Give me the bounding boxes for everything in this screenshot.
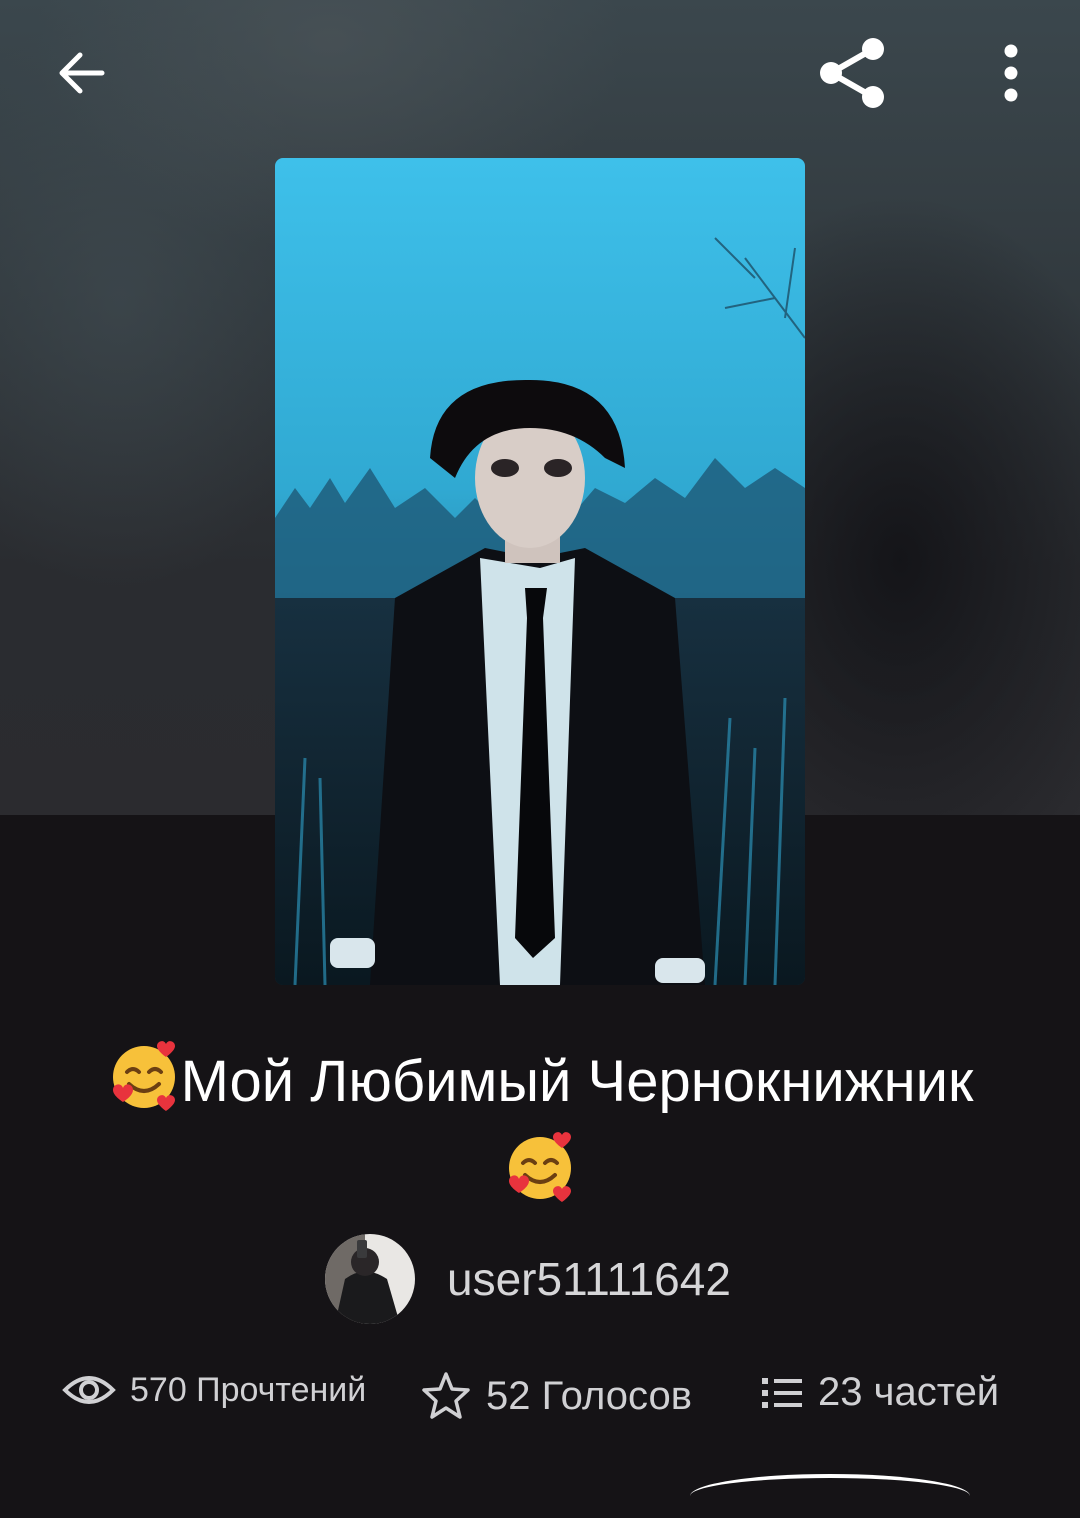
votes-stat: 52 Голосов (420, 1370, 692, 1422)
votes-count: 52 Голосов (486, 1373, 692, 1418)
bottom-sheet-edge (690, 1474, 970, 1518)
story-title-text: Мой Любимый Чернокнижник (180, 1048, 974, 1114)
parts-count[interactable]: 23 частей (818, 1370, 999, 1415)
back-button[interactable] (40, 35, 124, 115)
story-cover-image[interactable] (275, 158, 805, 985)
more-vertical-icon (1001, 43, 1021, 108)
story-title: Мой Любимый Чернокнижник (40, 1040, 1040, 1222)
smiling-face-with-hearts-icon (107, 1040, 181, 1131)
arrow-left-icon (54, 45, 110, 106)
reads-stat: 570 Прочтений (62, 1370, 366, 1410)
more-options-button[interactable] (980, 35, 1042, 115)
share-icon (815, 35, 891, 116)
parts-stat[interactable]: 23 частей (760, 1370, 999, 1415)
smiling-face-with-hearts-icon (503, 1131, 577, 1222)
share-button[interactable] (808, 30, 898, 120)
author-link[interactable]: user51111642 (325, 1233, 731, 1325)
story-stats: 570 Прочтений 52 Голосов 23 частей (0, 1370, 1080, 1450)
reads-count: 570 Прочтений (130, 1370, 367, 1409)
top-bar (0, 0, 1080, 150)
star-icon (420, 1370, 472, 1422)
list-icon (760, 1373, 804, 1413)
author-avatar[interactable] (325, 1234, 415, 1324)
author-name[interactable]: user51111642 (447, 1252, 731, 1306)
eye-icon (62, 1370, 116, 1410)
